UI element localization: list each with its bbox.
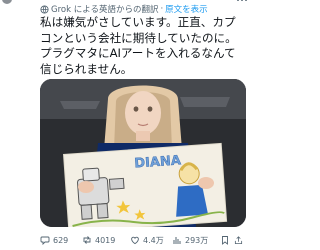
views-chart-icon	[173, 237, 181, 244]
translation-info: Grok による英語からの翻訳 · 原文を表示	[40, 2, 208, 16]
bookmark-button[interactable]	[220, 235, 234, 245]
retweet-icon	[83, 236, 91, 244]
tweet-text: 私は嫌気がさしています。正直、カプコンという会社に期待していたのに。プラグマタに…	[40, 15, 237, 76]
translate-icon	[40, 4, 49, 14]
reply-count: 629	[53, 235, 69, 245]
tweet-actions: 629 4019 4.4万 293万	[40, 232, 250, 248]
like-count: 4.4万	[143, 235, 164, 245]
bookmark-icon	[222, 236, 228, 245]
avatar[interactable]	[2, 0, 12, 4]
share-icon	[234, 236, 243, 245]
share-button[interactable]	[234, 235, 246, 245]
view-count: 293万	[185, 235, 209, 245]
tweet-photo[interactable]: DIANA	[40, 79, 246, 227]
show-original-link[interactable]: 原文を表示	[165, 3, 208, 15]
more-options-icon[interactable]	[237, 0, 247, 1]
reply-button[interactable]: 629	[40, 235, 82, 245]
retweet-count: 4019	[95, 235, 116, 245]
translation-label: Grok による英語からの翻訳	[51, 5, 159, 15]
separator: ·	[160, 4, 164, 14]
heart-icon	[131, 236, 139, 245]
views-button[interactable]: 293万	[172, 235, 220, 246]
retweet-button[interactable]: 4019	[82, 235, 130, 245]
reply-icon	[40, 236, 50, 245]
like-button[interactable]: 4.4万	[130, 235, 172, 246]
